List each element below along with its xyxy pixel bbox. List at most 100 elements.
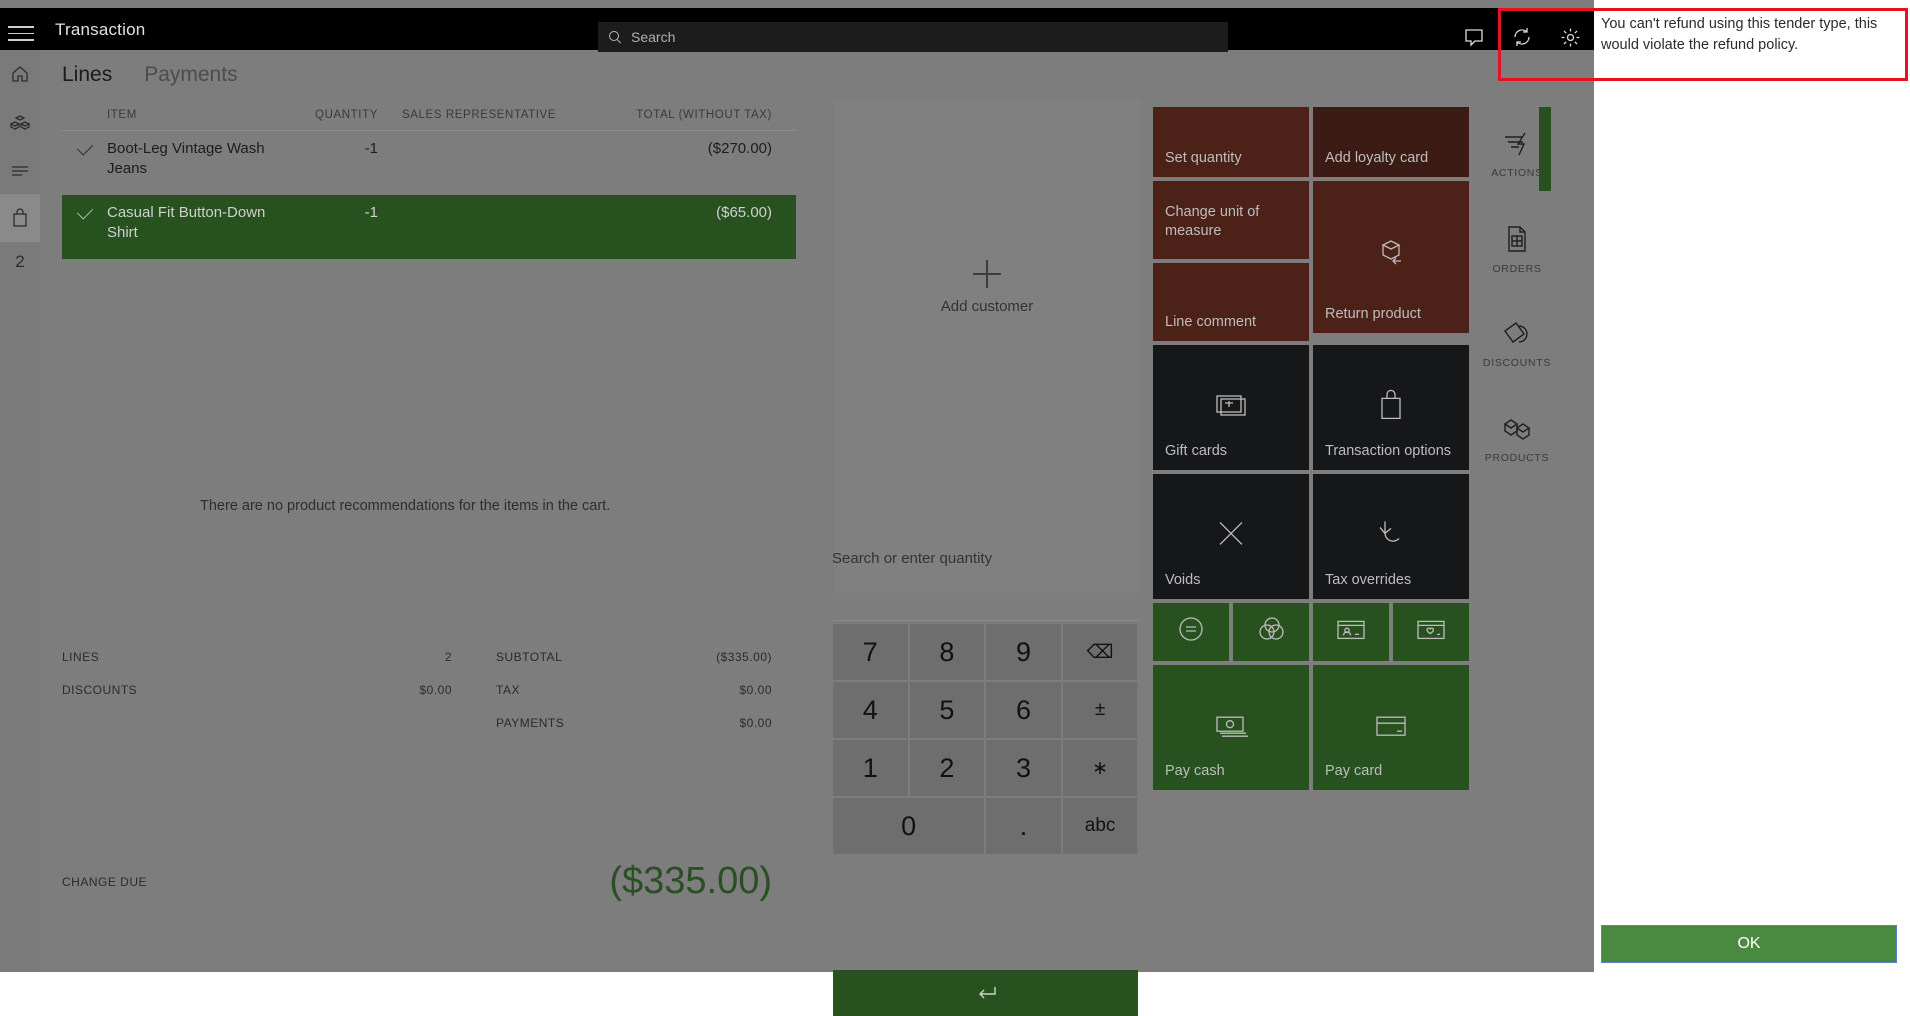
tile-pay-card[interactable]: Pay card	[1313, 665, 1469, 790]
tile-currency-payment[interactable]	[1233, 603, 1309, 661]
key-3[interactable]: 3	[986, 740, 1061, 796]
item-column-header: ITEM	[107, 109, 137, 121]
key-abc[interactable]: abc	[1062, 798, 1138, 854]
table-row[interactable]: Boot-Leg Vintage Wash Jeans -1 ($270.00)	[62, 131, 796, 195]
total-column-header: TOTAL (WITHOUT TAX)	[636, 109, 772, 121]
tiles-row-5	[1153, 603, 1469, 661]
tile-add-loyalty-card[interactable]: Add loyalty card	[1313, 107, 1469, 177]
key-8[interactable]: 8	[909, 624, 985, 680]
enter-icon	[978, 987, 996, 999]
key-1[interactable]: 1	[833, 740, 908, 796]
tile-label: Return product	[1325, 306, 1421, 322]
tile-label: Add loyalty card	[1325, 150, 1429, 166]
key-decimal[interactable]: .	[986, 798, 1061, 854]
add-customer-label: Add customer	[940, 298, 1034, 315]
tile-label: Voids	[1165, 572, 1201, 588]
rail-item-orders[interactable]: ORDERS	[1477, 202, 1557, 297]
key-7[interactable]: 7	[833, 624, 908, 680]
equals-circle-icon	[1153, 614, 1229, 644]
subtotal-value: ($335.00)	[716, 649, 772, 664]
plus-icon	[973, 260, 1001, 288]
row-sales-rep	[378, 203, 592, 259]
sidebar-item-home[interactable]	[0, 50, 40, 98]
tile-label: Transaction options	[1325, 443, 1452, 459]
dialog-panel	[1594, 0, 1910, 972]
row-expand-chevron-icon[interactable]	[62, 139, 107, 195]
rail-item-label: PRODUCTS	[1484, 452, 1550, 464]
backspace-icon[interactable]: ⌫	[1062, 624, 1138, 680]
currency-icon	[1233, 614, 1309, 644]
page-title: Transaction	[55, 20, 146, 39]
tile-tax-overrides[interactable]: Tax overrides	[1313, 474, 1469, 599]
change-due-row: CHANGE DUE ($335.00)	[62, 860, 796, 903]
tile-return-product[interactable]: Return product	[1313, 181, 1469, 333]
row-quantity: -1	[364, 140, 378, 157]
rail-item-products[interactable]: PRODUCTS	[1477, 392, 1557, 487]
tile-loyalty-card-payment[interactable]	[1393, 603, 1469, 661]
add-customer-button[interactable]: Add customer	[834, 100, 1140, 593]
change-due-label: CHANGE DUE	[62, 874, 148, 889]
tiles-row-1: Set quantity Add loyalty card	[1153, 107, 1469, 177]
tax-label: TAX	[496, 682, 520, 697]
quantity-search-hint: Search or enter quantity	[832, 550, 993, 567]
enter-key[interactable]	[833, 970, 1138, 1016]
pos-app-region: Transaction Search 2 Lines Payments ITEM…	[0, 0, 1594, 1016]
products-icon	[1503, 419, 1531, 440]
tile-pay-cash[interactable]: Pay cash	[1153, 665, 1309, 790]
subtotal-label: SUBTOTAL	[496, 649, 563, 664]
tile-line-comment[interactable]: Line comment	[1153, 263, 1309, 341]
credit-card-icon	[1313, 711, 1469, 739]
tiles-row-4: Voids Tax overrides	[1153, 474, 1469, 599]
cash-icon	[1153, 711, 1309, 739]
tile-set-quantity[interactable]: Set quantity	[1153, 107, 1309, 177]
sidebar-item-cart[interactable]	[0, 194, 40, 242]
tab-payments[interactable]: Payments	[144, 63, 237, 87]
pos-screen: Transaction Search 2 Lines Payments ITEM…	[0, 0, 1910, 1016]
tab-lines[interactable]: Lines	[62, 63, 112, 87]
undo-icon	[1313, 515, 1469, 551]
top-bar: Transaction Search	[0, 8, 1594, 52]
key-6[interactable]: 6	[986, 682, 1061, 738]
tile-label: Set quantity	[1165, 150, 1242, 166]
rail-item-discounts[interactable]: DISCOUNTS	[1477, 297, 1557, 392]
rail-item-label: ORDERS	[1492, 263, 1542, 275]
cart-item-count: 2	[15, 252, 25, 271]
tiles-row-6: Pay cash Pay card	[1153, 665, 1469, 790]
tile-equals-payment[interactable]	[1153, 603, 1229, 661]
key-asterisk[interactable]: ∗	[1062, 740, 1138, 796]
rail-item-label: DISCOUNTS	[1482, 357, 1552, 369]
bag-icon	[1313, 386, 1469, 422]
table-row[interactable]: Casual Fit Button-Down Shirt -1 ($65.00)	[62, 195, 796, 259]
lines-value: 2	[444, 649, 452, 664]
tile-change-unit-of-measure[interactable]: Change unit of measure	[1153, 181, 1309, 259]
row-item-name: Boot-Leg Vintage Wash Jeans	[107, 140, 265, 177]
tile-label: Gift cards	[1165, 443, 1228, 459]
key-5[interactable]: 5	[909, 682, 985, 738]
hamburger-menu-icon[interactable]	[8, 21, 34, 41]
cart-table: ITEM QUANTITY SALES REPRESENTATIVE TOTAL…	[62, 100, 796, 560]
key-9[interactable]: 9	[986, 624, 1061, 680]
tiles-row-2: Change unit of measure Line comment Retu…	[1153, 181, 1469, 341]
search-input[interactable]: Search	[598, 22, 1228, 52]
tile-transaction-options[interactable]: Transaction options	[1313, 345, 1469, 470]
key-4[interactable]: 4	[833, 682, 908, 738]
totals-panel: LINES 2 SUBTOTAL ($335.00) DISCOUNTS $0.…	[62, 640, 796, 739]
ok-button[interactable]: OK	[1601, 925, 1897, 963]
sidebar-item-list[interactable]	[0, 146, 40, 194]
row-sales-rep	[378, 139, 592, 195]
cart-table-header: ITEM QUANTITY SALES REPRESENTATIVE TOTAL…	[62, 100, 796, 131]
tile-gift-cards[interactable]: Gift cards	[1153, 345, 1309, 470]
no-recommendations-message: There are no product recommendations for…	[200, 498, 611, 514]
main-content: Lines Payments ITEM QUANTITY SALES REPRE…	[40, 50, 1594, 1016]
row-expand-chevron-icon[interactable]	[62, 203, 107, 259]
key-2[interactable]: 2	[909, 740, 985, 796]
left-navigation-rail: 2	[0, 50, 40, 972]
key-plus-minus[interactable]: ±	[1062, 682, 1138, 738]
totals-row-payments: PAYMENTS $0.00	[62, 706, 796, 739]
sidebar-item-inventory[interactable]	[0, 98, 40, 146]
key-0[interactable]: 0	[833, 798, 985, 854]
dialog-message: You can't refund using this tender type,…	[1601, 16, 1878, 53]
tile-voids[interactable]: Voids	[1153, 474, 1309, 599]
row-total: ($65.00)	[716, 204, 772, 221]
tile-id-card-payment[interactable]	[1313, 603, 1389, 661]
